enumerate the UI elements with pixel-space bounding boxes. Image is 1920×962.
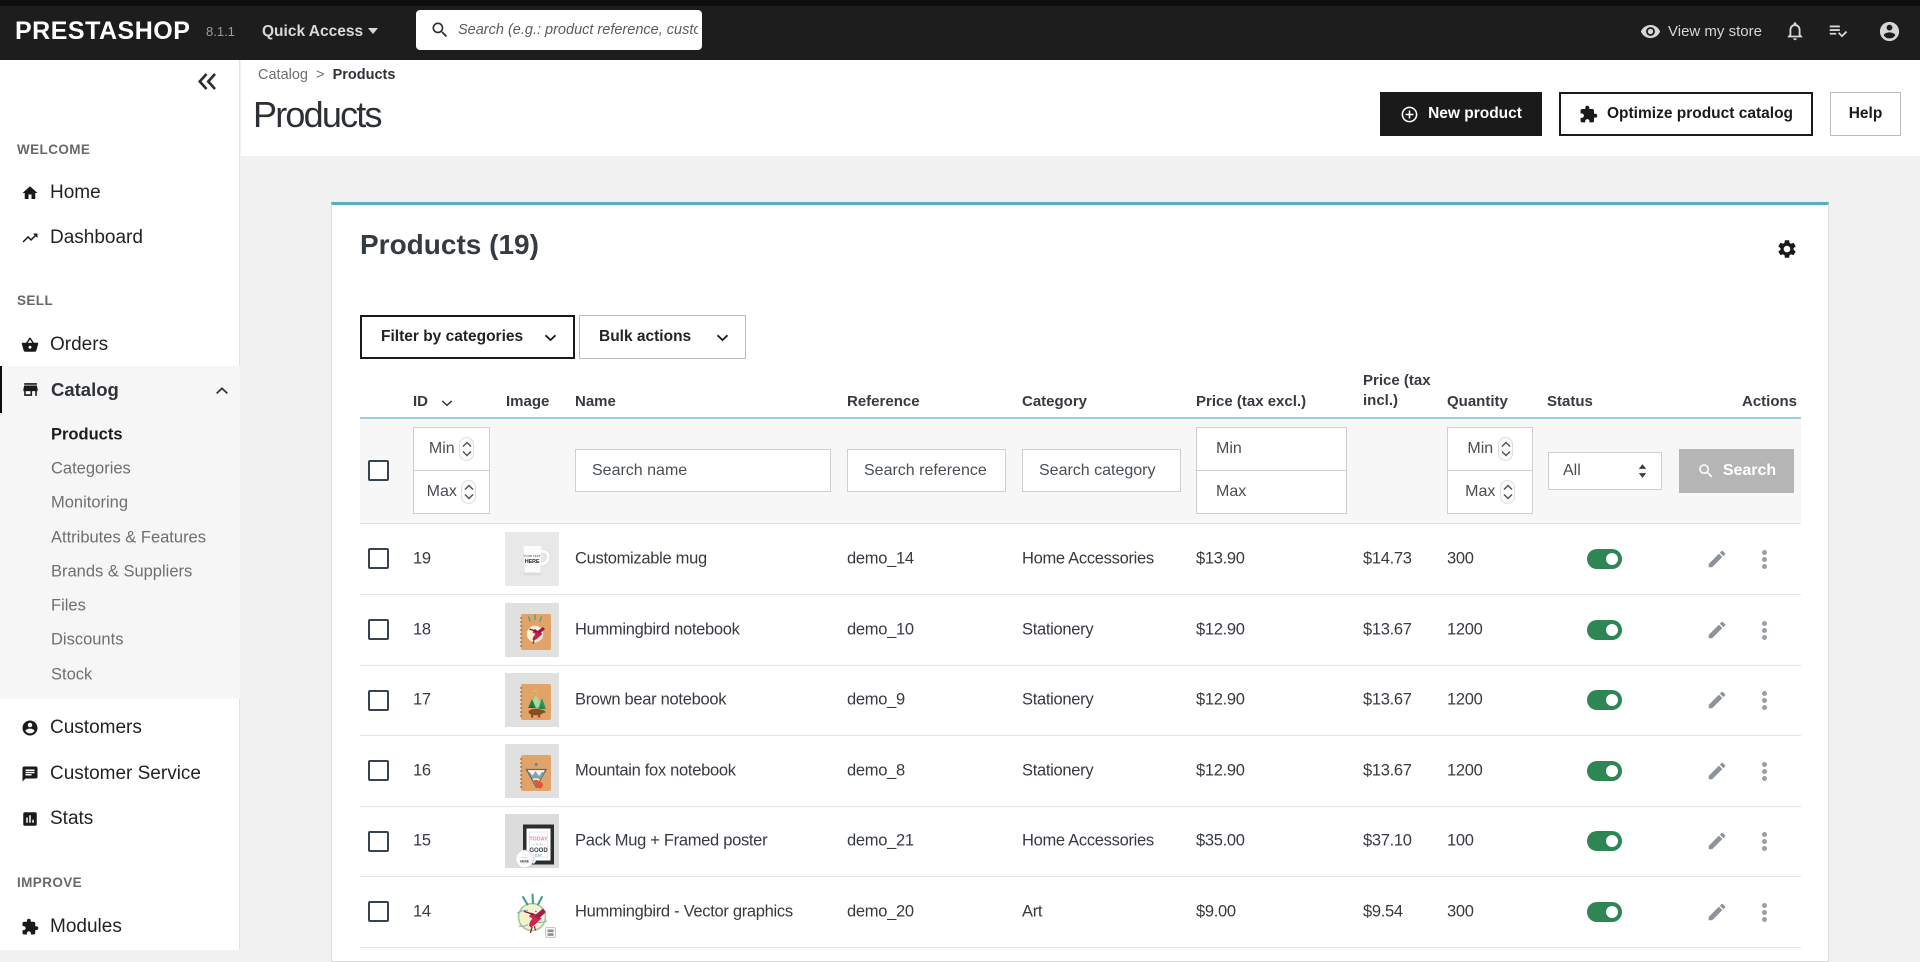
- svg-text:HERE: HERE: [520, 860, 529, 864]
- svg-text:YOUR TEXT: YOUR TEXT: [523, 554, 540, 558]
- svg-text:DAY: DAY: [535, 854, 543, 858]
- svg-text:HERE: HERE: [525, 559, 540, 565]
- svg-text:— IS A —: — IS A —: [532, 843, 547, 847]
